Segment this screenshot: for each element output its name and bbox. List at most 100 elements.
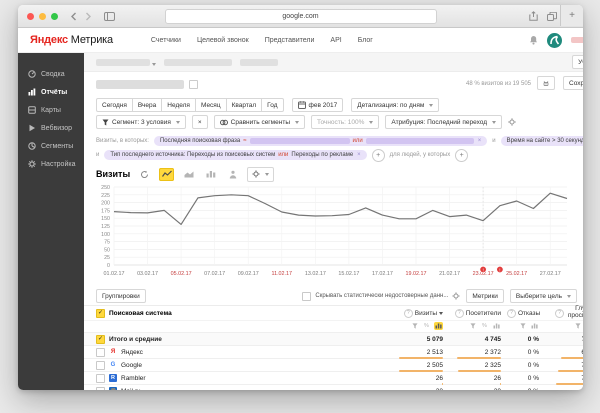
visitors-bars-icon[interactable] bbox=[492, 322, 501, 330]
period-today-button[interactable]: Сегодня bbox=[96, 98, 133, 112]
new-tab-button[interactable]: + bbox=[560, 5, 583, 26]
traffic-source-filter-pill[interactable]: Тип последнего источника: Переходы из по… bbox=[104, 150, 367, 160]
sidebar-item-summary[interactable]: Сводка bbox=[18, 65, 84, 83]
metrics-button[interactable]: Метрики bbox=[466, 289, 504, 303]
table-row-mailru[interactable]: @ Mail.ru 20 20 0 % 9,1 bbox=[84, 384, 583, 390]
svg-text:05.02.17: 05.02.17 bbox=[171, 271, 192, 277]
browser-window: google.com + Яндекс Метрика Счетчики Цел… bbox=[18, 5, 583, 390]
address-bar[interactable]: google.com bbox=[164, 8, 437, 24]
depth-funnel-icon[interactable] bbox=[573, 322, 582, 330]
sidebar-item-webvisor[interactable]: Вебвизор bbox=[18, 119, 84, 137]
favorite-icon[interactable] bbox=[189, 79, 198, 89]
save-button[interactable]: Сохранить bbox=[563, 76, 583, 90]
sidebar-item-settings[interactable]: Настройка bbox=[18, 155, 84, 173]
column-bounce[interactable]: ? Отказы bbox=[507, 308, 545, 318]
table-row-yandex[interactable]: Я Яндекс 2 513 2 372 0 % 6,91 bbox=[84, 345, 583, 359]
column-visitors[interactable]: ? Посетители bbox=[449, 308, 507, 318]
column-visits[interactable]: ? Визиты bbox=[374, 308, 449, 318]
visitors-funnel-icon[interactable] bbox=[468, 322, 477, 330]
compare-icon bbox=[219, 119, 228, 125]
visitors-percent-icon[interactable]: % bbox=[480, 322, 489, 330]
row-checkbox[interactable] bbox=[96, 360, 105, 370]
period-year-button[interactable]: Год bbox=[261, 98, 284, 112]
column-depth[interactable]: ?Глубина просмотра bbox=[545, 305, 583, 320]
nav-target-call[interactable]: Целевой звонок bbox=[197, 37, 249, 44]
totals-checkbox[interactable]: ✓ bbox=[96, 334, 105, 344]
table-row-rambler[interactable]: R Rambler 26 26 0 % 7,89 bbox=[84, 371, 583, 385]
sidebar-item-maps[interactable]: Карты bbox=[18, 101, 84, 119]
browser-forward-button[interactable] bbox=[84, 12, 92, 21]
robots-filter-button[interactable] bbox=[537, 76, 555, 90]
add-people-condition-button[interactable]: + bbox=[455, 148, 469, 162]
nav-api[interactable]: API bbox=[330, 37, 341, 44]
gear-icon bbox=[252, 170, 260, 178]
nav-representatives[interactable]: Представители bbox=[265, 37, 315, 44]
share-icon[interactable] bbox=[529, 11, 538, 21]
counter-selector-redacted[interactable] bbox=[96, 59, 150, 66]
date-picker-button[interactable]: фев 2017 bbox=[291, 98, 344, 112]
window-zoom-button[interactable] bbox=[51, 12, 58, 20]
attribution-dropdown[interactable]: Атрибуция: Последний переход bbox=[385, 115, 503, 129]
browser-back-button[interactable] bbox=[70, 12, 78, 21]
compare-segments-dropdown[interactable]: Сравнить сегменты bbox=[213, 115, 305, 129]
detail-level-dropdown[interactable]: Детализация: по дням bbox=[351, 98, 440, 112]
chart-type-bars-icon[interactable] bbox=[203, 168, 218, 181]
visits-percent-icon[interactable]: % bbox=[422, 322, 431, 330]
visits-bars-icon[interactable] bbox=[434, 322, 443, 330]
row-checkbox[interactable] bbox=[96, 373, 105, 383]
dimension-checkbox[interactable]: ✓ bbox=[96, 308, 105, 318]
chart-type-line-icon[interactable] bbox=[159, 167, 175, 181]
visits-funnel-icon[interactable] bbox=[410, 322, 419, 330]
choose-goal-dropdown[interactable]: Выберите цель bbox=[509, 289, 577, 303]
table-settings-gear-icon[interactable] bbox=[452, 292, 460, 300]
accuracy-dropdown[interactable]: Точность: 100% bbox=[311, 115, 380, 129]
segment-dropdown[interactable]: Сегмент: 3 условия bbox=[96, 115, 186, 129]
chart-people-icon[interactable] bbox=[225, 168, 240, 181]
row-checkbox[interactable] bbox=[96, 347, 105, 357]
period-week-button[interactable]: Неделя bbox=[161, 98, 196, 112]
chart-refresh-icon[interactable] bbox=[137, 168, 152, 181]
counter-info-redacted bbox=[164, 58, 232, 66]
user-login-redacted bbox=[571, 37, 583, 43]
dimension-header[interactable]: Поисковая система bbox=[109, 310, 172, 317]
remove-filter-icon[interactable]: × bbox=[478, 138, 482, 144]
add-condition-button[interactable]: + bbox=[371, 148, 385, 162]
table-row-google[interactable]: G Google 2 505 2 325 0 % 7,39 bbox=[84, 358, 583, 372]
segment-clear-button[interactable]: × bbox=[191, 115, 208, 129]
remove-filter-icon[interactable]: × bbox=[357, 152, 361, 158]
sidebar-item-segments[interactable]: Сегменты bbox=[18, 137, 84, 155]
tutorial-button[interactable]: Учебник bbox=[572, 55, 583, 69]
time-on-site-filter-pill[interactable]: Время на сайте > 30 секунды × bbox=[500, 136, 583, 146]
chart-type-area-icon[interactable] bbox=[181, 168, 196, 181]
user-avatar[interactable] bbox=[547, 32, 562, 48]
browser-titlebar: google.com + bbox=[18, 5, 583, 28]
period-quarter-button[interactable]: Квартал bbox=[225, 98, 263, 112]
tab-overview-icon[interactable] bbox=[547, 11, 557, 21]
app-header: Яндекс Метрика Счетчики Целевой звонок П… bbox=[18, 28, 583, 53]
bounce-funnel-icon[interactable] bbox=[518, 322, 527, 330]
groupings-button[interactable]: Группировки bbox=[96, 289, 146, 303]
chart-settings-dropdown[interactable] bbox=[247, 166, 275, 182]
hide-unreliable-checkbox[interactable] bbox=[302, 291, 312, 301]
bounce-bars-icon[interactable] bbox=[530, 322, 539, 330]
svg-text:15.02.17: 15.02.17 bbox=[338, 271, 359, 277]
svg-text:100: 100 bbox=[101, 232, 110, 238]
window-close-button[interactable] bbox=[27, 12, 34, 20]
window-minimize-button[interactable] bbox=[39, 12, 46, 20]
svg-text:150: 150 bbox=[101, 216, 110, 222]
search-phrase-filter-pill[interactable]: Последняя поисковая фраза ≈ или × bbox=[153, 136, 488, 146]
yandex-favicon: Я bbox=[110, 349, 116, 355]
yandex-metrika-logo[interactable]: Яндекс Метрика bbox=[30, 34, 113, 46]
period-month-button[interactable]: Месяц bbox=[194, 98, 227, 112]
visits-in-which-label: Визиты, в которых: bbox=[96, 138, 149, 144]
visits-line-chart[interactable]: 0 25 5075 100 125 150 175200 225 250 01.02.17 03.0… bbox=[90, 183, 577, 283]
sidebar-toggle-icon[interactable] bbox=[104, 11, 115, 21]
segment-settings-gear-icon[interactable] bbox=[508, 118, 516, 126]
row-checkbox[interactable] bbox=[96, 386, 105, 390]
sidebar-item-reports[interactable]: Отчёты bbox=[18, 83, 84, 101]
period-yesterday-button[interactable]: Вчера bbox=[131, 98, 163, 112]
nav-blog[interactable]: Блог bbox=[358, 37, 373, 44]
svg-text:17.02.17: 17.02.17 bbox=[372, 271, 393, 277]
nav-counters[interactable]: Счетчики bbox=[151, 37, 181, 44]
notifications-bell-icon[interactable] bbox=[529, 35, 538, 45]
